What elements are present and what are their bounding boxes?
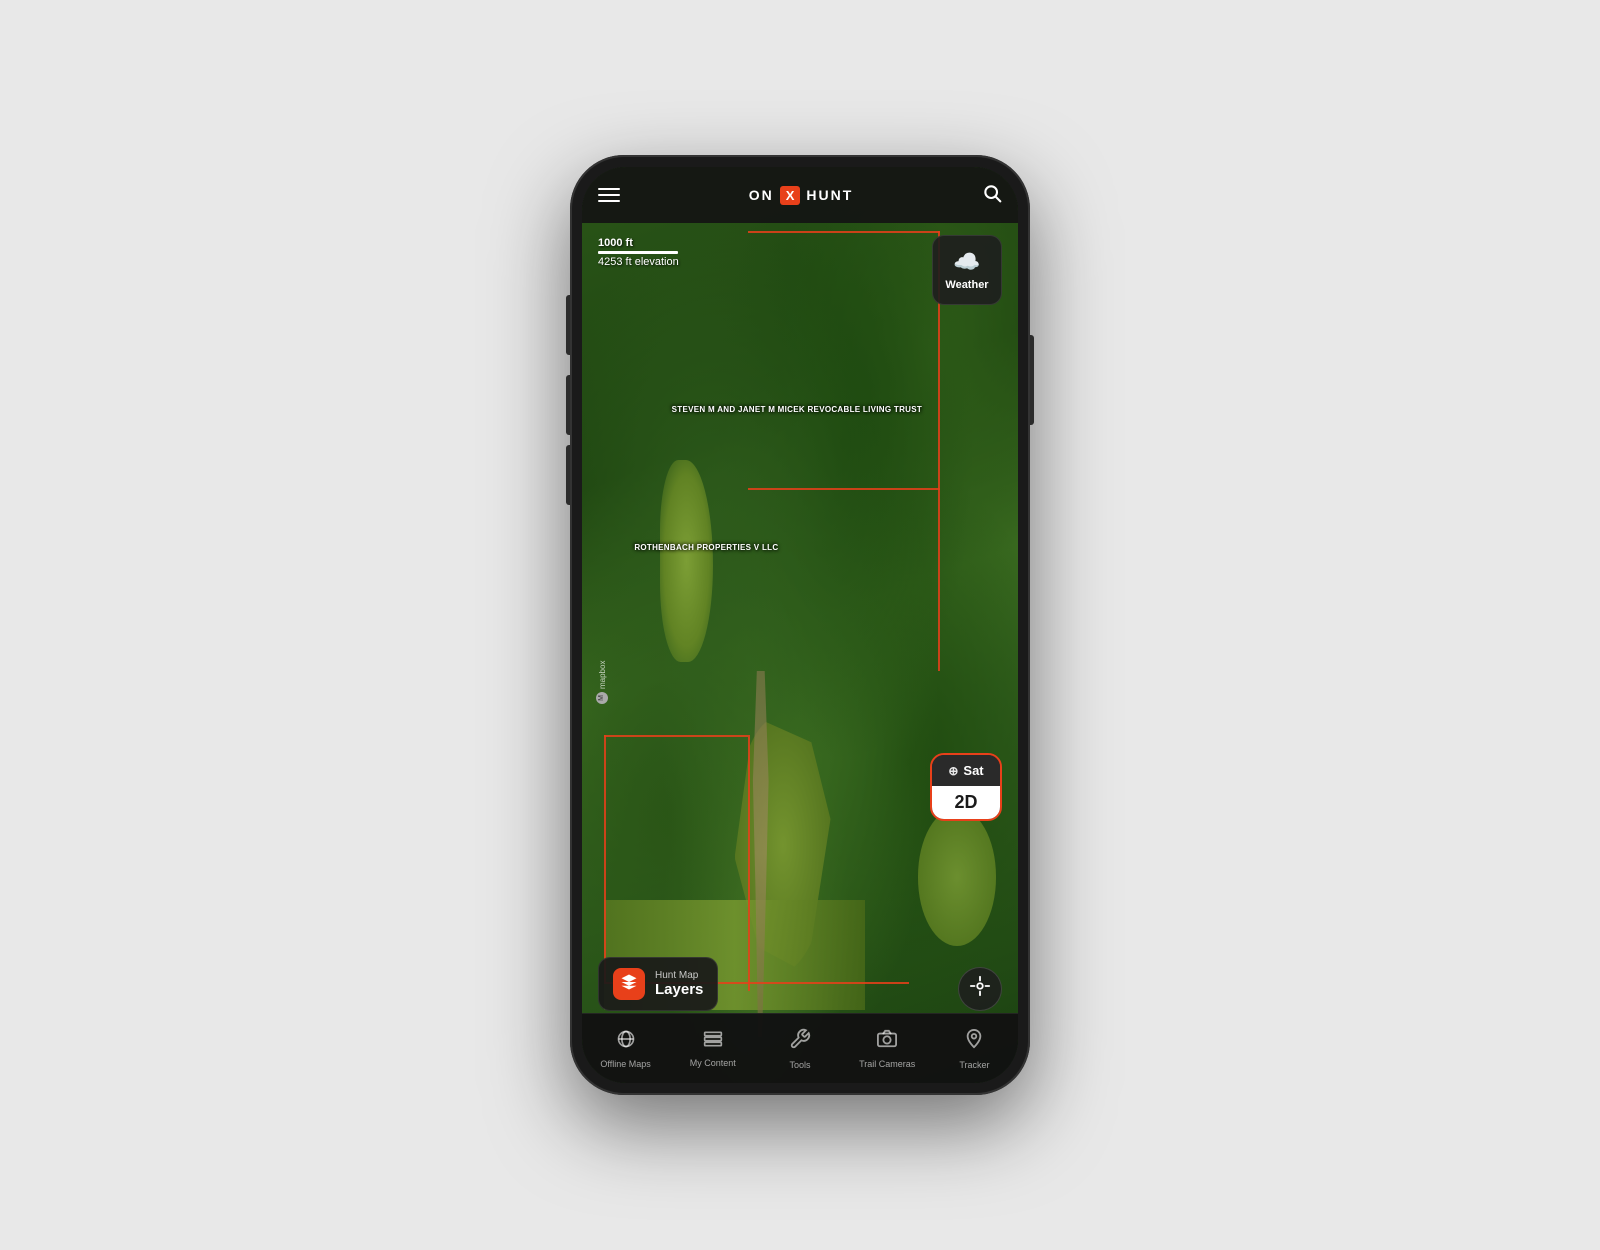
mapbox-attribution: M mapbox xyxy=(596,661,608,704)
hunt-map-layers-button[interactable]: Hunt Map Layers xyxy=(598,957,718,1011)
weather-label: Weather xyxy=(945,279,988,291)
hunt-map-sublabel: Hunt Map xyxy=(655,970,703,981)
dimension-label: 2D xyxy=(954,792,977,812)
bottom-navigation-bar: Offline Maps My Content xyxy=(582,1013,1018,1083)
phone-frame: STEVEN M AND JANET M MICEK REVOCABLE LIV… xyxy=(570,155,1030,1095)
nav-item-tracker[interactable]: Tracker xyxy=(931,1028,1018,1070)
offline-maps-icon xyxy=(616,1029,636,1055)
layers-icon-container xyxy=(613,968,645,1000)
hunt-layers-text-group: Hunt Map Layers xyxy=(655,970,703,998)
map-type-selector[interactable]: ⊕ Sat 2D xyxy=(930,753,1002,821)
app-logo: ON X HUNT xyxy=(749,186,854,205)
map-field-3 xyxy=(918,808,996,945)
tools-label: Tools xyxy=(790,1060,811,1070)
logo-x-badge: X xyxy=(780,186,801,205)
layers-stack-icon xyxy=(620,973,638,996)
boundary-right-mid xyxy=(938,488,940,671)
hamburger-line-2 xyxy=(598,194,620,196)
weather-button[interactable]: ☁️ Weather xyxy=(932,235,1002,305)
my-content-icon xyxy=(703,1030,723,1054)
scale-distance: 1000 ft xyxy=(598,237,679,249)
boundary-top xyxy=(748,231,940,233)
tracker-icon xyxy=(964,1028,984,1056)
compass-crosshair-icon: ⊕ xyxy=(948,764,958,778)
trail-cameras-label: Trail Cameras xyxy=(859,1059,915,1069)
logo-hunt-text: HUNT xyxy=(806,187,853,203)
app-screen: STEVEN M AND JANET M MICEK REVOCABLE LIV… xyxy=(582,167,1018,1083)
boundary-left-outer xyxy=(604,735,606,982)
weather-icon: ☁️ xyxy=(953,249,980,275)
elevation-text: 4253 ft elevation xyxy=(598,256,679,268)
hamburger-menu-button[interactable] xyxy=(598,188,620,202)
nav-item-tools[interactable]: Tools xyxy=(756,1028,843,1070)
scale-indicator: 1000 ft 4253 ft elevation xyxy=(598,237,679,268)
nav-item-offline-maps[interactable]: Offline Maps xyxy=(582,1029,669,1069)
hamburger-line-1 xyxy=(598,188,620,190)
boundary-left-v xyxy=(748,735,750,991)
mapbox-logo: M xyxy=(596,692,608,704)
hamburger-line-3 xyxy=(598,200,620,202)
boundary-top-left xyxy=(604,735,748,737)
satellite-label: Sat xyxy=(963,763,983,778)
map-type-satellite[interactable]: ⊕ Sat xyxy=(932,755,1000,786)
trail-cameras-icon xyxy=(876,1029,898,1055)
offline-maps-label: Offline Maps xyxy=(600,1059,650,1069)
map-field-1 xyxy=(660,460,712,662)
boundary-mid-h xyxy=(748,488,940,490)
phone-screen: STEVEN M AND JANET M MICEK REVOCABLE LIV… xyxy=(582,167,1018,1083)
search-button[interactable] xyxy=(982,183,1002,208)
location-button[interactable] xyxy=(958,967,1002,1011)
nav-item-trail-cameras[interactable]: Trail Cameras xyxy=(844,1029,931,1069)
map-dimension-toggle[interactable]: 2D xyxy=(932,786,1000,819)
scale-bar xyxy=(598,251,678,254)
nav-item-my-content[interactable]: My Content xyxy=(669,1030,756,1068)
mapbox-text: mapbox xyxy=(598,661,607,689)
layers-main-label: Layers xyxy=(655,981,703,998)
crosshair-icon xyxy=(969,975,991,1003)
property-label-rothen: ROTHENBACH PROPERTIES V LLC xyxy=(634,543,778,553)
my-content-label: My Content xyxy=(690,1058,736,1068)
logo-on-text: ON xyxy=(749,187,774,203)
tools-icon xyxy=(789,1028,811,1056)
property-label-steven: STEVEN M AND JANET M MICEK REVOCABLE LIV… xyxy=(672,405,922,415)
top-navigation-bar: ON X HUNT xyxy=(582,167,1018,223)
tracker-label: Tracker xyxy=(959,1060,989,1070)
